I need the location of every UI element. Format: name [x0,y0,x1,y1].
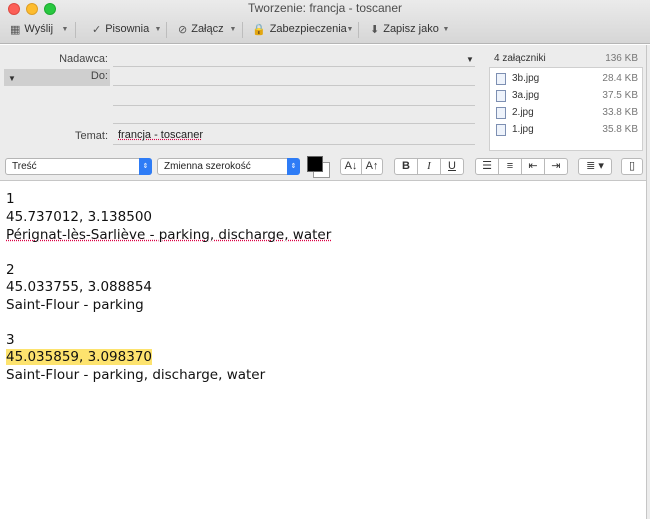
subject-underline [113,144,475,145]
underline-button[interactable]: U [440,158,464,175]
security-button[interactable]: 🔒 Zabezpieczenia [252,20,347,38]
message-header: Nadawca: ▼ ▼ Do: Temat: francja - toscan… [0,45,650,153]
numbered-list-button[interactable]: ≡ [498,158,522,175]
title-bar: Tworzenie: francja - toscaner ▦ Wyślij ▼… [0,0,650,44]
image-file-icon [496,73,506,85]
attach-label: Załącz [191,23,224,35]
decrease-font-button[interactable]: A↓ [340,158,362,175]
paragraph-style-select[interactable]: Treść ⇕ [5,158,152,175]
paperclip-icon: ⊘ [178,23,188,36]
save-as-menu-arrow[interactable]: ▼ [441,24,451,36]
subject-label: Temat: [74,130,108,142]
attachment-name: 1.jpg [512,124,534,135]
download-arrow-icon: ⬇ [370,23,380,36]
attachment-name: 3b.jpg [512,73,540,84]
from-label: Nadawca: [59,53,108,65]
checkmark-icon: ✓ [92,23,102,36]
attachment-item[interactable]: 1.jpg 35.8 KB [494,122,640,139]
bcc-field[interactable] [113,123,475,124]
font-select[interactable]: Zmienna szerokość ⇕ [157,158,300,175]
attachment-item[interactable]: 2.jpg 33.8 KB [494,105,640,122]
subject-input[interactable]: francja - toscaner [118,129,203,141]
attach-menu-arrow[interactable]: ▼ [228,24,238,36]
bullet-list-button[interactable]: ☰ [475,158,499,175]
send-button[interactable]: ▦ Wyślij [10,20,53,38]
attachment-item[interactable]: 3a.jpg 37.5 KB [494,88,640,105]
toolbar-divider [358,22,359,38]
page-options-button[interactable]: ▯ [621,158,643,175]
cc-field[interactable] [113,105,475,106]
body-line: 1 [6,191,15,207]
chevron-updown-icon: ⇕ [139,158,152,175]
to-field[interactable] [113,85,475,86]
font-select-value: Zmienna szerokość [164,161,251,172]
increase-indent-button[interactable]: ⇥ [544,158,568,175]
indent-icon: ⇥ [551,160,561,172]
body-line: 2 [6,262,15,278]
body-line: Pérignat-lès-Sarliève - parking, dischar… [6,227,332,243]
text-color-swatch[interactable] [307,156,323,172]
send-label: Wyślij [24,23,54,35]
spelling-button[interactable]: ✓ Pisownia [92,20,149,38]
attachments-total-size: 136 KB [605,53,638,64]
body-line: 45.737012, 3.138500 [6,209,153,225]
image-file-icon [496,124,506,136]
spelling-menu-arrow[interactable]: ▼ [153,24,163,36]
to-expand-arrow[interactable]: ▼ [8,74,16,83]
document-icon: ▯ [628,160,636,172]
attachments-list[interactable]: 3b.jpg 28.4 KB 3a.jpg 37.5 KB 2.jpg 33.8… [489,67,643,151]
toolbar: ▦ Wyślij ▼ ✓ Pisownia ▼ ⊘ Załącz ▼ 🔒 Zab… [0,20,650,42]
body-line: Saint-Flour - parking, discharge, water [6,367,266,383]
send-icon: ▦ [10,23,21,36]
increase-font-button[interactable]: A↑ [361,158,383,175]
paragraph-style-value: Treść [12,161,37,172]
from-dropdown-arrow[interactable]: ▼ [466,55,474,64]
decrease-indent-button[interactable]: ⇤ [521,158,545,175]
security-menu-arrow[interactable]: ▼ [345,24,355,36]
body-line-highlighted: 45.035859, 3.098370 [6,349,153,365]
attachments-heading: 4 załączniki 136 KB [494,53,644,64]
body-line: Saint-Flour - parking [6,297,144,313]
to-label: Do: [90,70,108,82]
toolbar-divider [75,22,76,38]
toolbar-divider [242,22,243,38]
lock-icon: 🔒 [252,23,266,36]
save-as-button[interactable]: ⬇ Zapisz jako [370,20,439,38]
window-edge [646,45,650,519]
window-title: Tworzenie: francja - toscaner [247,1,403,15]
attachment-item[interactable]: 3b.jpg 28.4 KB [494,71,640,88]
bullet-list-icon: ☰ [482,160,492,172]
body-line: 45.033755, 3.088854 [6,279,153,295]
numbered-list-icon: ≡ [506,160,514,172]
security-label: Zabezpieczenia [269,23,347,35]
image-file-icon [496,90,506,102]
attachment-name: 2.jpg [512,107,534,118]
attachment-size: 37.5 KB [602,90,638,101]
bold-button[interactable]: B [394,158,418,175]
attachment-size: 33.8 KB [602,107,638,118]
italic-button[interactable]: I [417,158,441,175]
from-field[interactable] [113,66,475,67]
message-body[interactable]: 1 45.737012, 3.138500 Pérignat-lès-Sarli… [0,182,650,519]
attachments-count: 4 załączniki [494,53,546,64]
toolbar-divider [166,22,167,38]
alignment-button[interactable]: ≣ ▾ [578,158,612,175]
send-menu-arrow[interactable]: ▼ [60,24,70,36]
attachment-size: 28.4 KB [602,73,638,84]
chevron-updown-icon: ⇕ [287,158,300,175]
attachment-size: 35.8 KB [602,124,638,135]
attachment-name: 3a.jpg [512,90,540,101]
image-file-icon [496,107,506,119]
outdent-icon: ⇤ [528,160,538,172]
attach-button[interactable]: ⊘ Załącz [178,20,224,38]
save-as-label: Zapisz jako [383,23,439,35]
align-left-icon: ≣ ▾ [586,160,604,172]
spelling-label: Pisownia [105,23,150,35]
body-line: 3 [6,332,15,348]
